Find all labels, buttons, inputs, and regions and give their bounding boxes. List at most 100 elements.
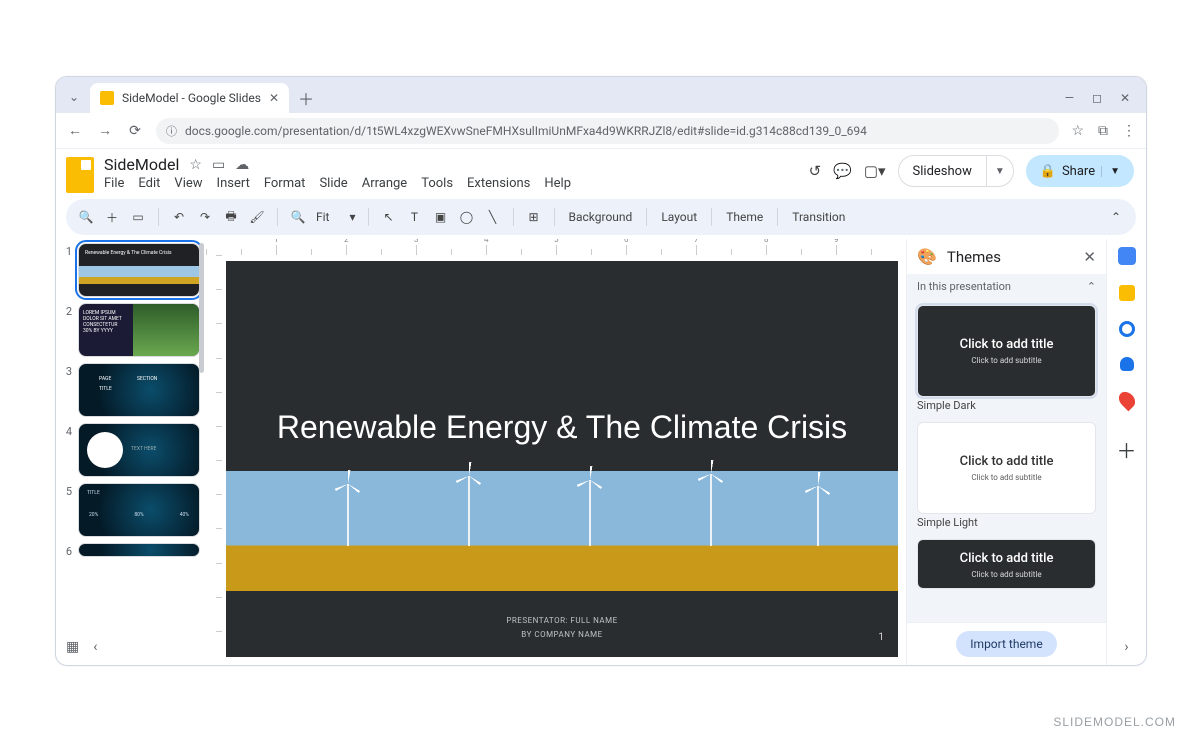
theme-card-simple-dark[interactable]: Click to add title Click to add subtitle bbox=[917, 305, 1096, 397]
ruler-vertical bbox=[206, 255, 222, 665]
filmstrip-prev-icon[interactable]: ‹ bbox=[93, 639, 97, 655]
transition-button[interactable]: Transition bbox=[790, 210, 847, 224]
slide-image-band bbox=[226, 471, 898, 591]
thumb-stat: 40% bbox=[180, 512, 189, 518]
slides-logo-icon[interactable] bbox=[66, 157, 94, 193]
slideshow-button[interactable]: Slideshow ▼ bbox=[898, 155, 1014, 187]
window-close-icon[interactable]: ✕ bbox=[1120, 91, 1130, 105]
textbox-tool-icon[interactable]: T bbox=[407, 210, 423, 224]
browser-tabstrip: ⌄ SideModel - Google Slides ✕ ＋ — ◻ ✕ bbox=[56, 77, 1146, 113]
maps-icon[interactable] bbox=[1115, 389, 1138, 412]
nav-back-icon[interactable]: ← bbox=[66, 122, 84, 139]
themes-title: Themes bbox=[947, 248, 1001, 266]
contacts-icon[interactable] bbox=[1120, 357, 1134, 371]
turbine-icon bbox=[468, 476, 470, 546]
thumb-number: 6 bbox=[62, 543, 72, 558]
menu-format[interactable]: Format bbox=[264, 176, 306, 191]
menu-extensions[interactable]: Extensions bbox=[467, 176, 530, 191]
filmstrip-scrollbar[interactable] bbox=[199, 243, 204, 625]
menu-view[interactable]: View bbox=[174, 176, 202, 191]
tabs-dropdown[interactable]: ⌄ bbox=[62, 85, 86, 109]
redo-icon[interactable]: ↷ bbox=[197, 210, 213, 224]
menu-help[interactable]: Help bbox=[544, 176, 571, 191]
site-info-icon[interactable]: ⓘ bbox=[166, 123, 177, 139]
browser-window: ⌄ SideModel - Google Slides ✕ ＋ — ◻ ✕ ← … bbox=[55, 76, 1147, 666]
slide-thumb-4[interactable]: TEXT HERE bbox=[78, 423, 200, 477]
menu-arrange[interactable]: Arrange bbox=[362, 176, 407, 191]
theme-name: Simple Dark bbox=[917, 399, 1096, 412]
keep-icon[interactable] bbox=[1119, 285, 1135, 301]
browser-tab[interactable]: SideModel - Google Slides ✕ bbox=[90, 83, 289, 113]
thumb-text: PAGE bbox=[99, 376, 111, 382]
slide-thumb-2[interactable]: LOREM IPSUM DOLOR SIT AMET CONSECTETUR 3… bbox=[78, 303, 200, 357]
tasks-icon[interactable] bbox=[1119, 321, 1135, 337]
slide-thumb-6[interactable] bbox=[78, 543, 200, 557]
themes-close-icon[interactable]: ✕ bbox=[1083, 248, 1096, 266]
window-maximize-icon[interactable]: ◻ bbox=[1092, 91, 1102, 105]
slide-thumb-1[interactable]: Renewable Energy & The Climate Crisis bbox=[78, 243, 200, 297]
star-icon[interactable]: ☆ bbox=[189, 157, 202, 173]
slide-thumb-5[interactable]: TITLE 20% 80% 40% bbox=[78, 483, 200, 537]
menu-file[interactable]: File bbox=[104, 176, 124, 191]
address-bar[interactable]: ⓘ docs.google.com/presentation/d/1t5WL4x… bbox=[156, 118, 1059, 144]
theme-card-simple-light[interactable]: Click to add title Click to add subtitle bbox=[917, 422, 1096, 514]
new-slide-icon[interactable]: ＋ bbox=[104, 209, 120, 226]
presenter-text[interactable]: PRESENTATOR: FULL NAME bbox=[226, 616, 898, 625]
browser-menu-icon[interactable]: ⋮ bbox=[1122, 123, 1136, 139]
thumb-title: Renewable Energy & The Climate Crisis bbox=[85, 250, 193, 256]
slide-canvas[interactable]: Renewable Energy & The Climate Crisis PR… bbox=[226, 261, 898, 657]
menu-edit[interactable]: Edit bbox=[138, 176, 160, 191]
shape-tool-icon[interactable]: ◯ bbox=[459, 210, 475, 224]
grid-view-icon[interactable]: ▦ bbox=[66, 639, 79, 655]
slideshow-label: Slideshow bbox=[899, 156, 986, 186]
document-title[interactable]: SideModel bbox=[104, 155, 179, 174]
comments-icon[interactable]: 💬 bbox=[833, 162, 852, 180]
undo-icon[interactable]: ↶ bbox=[171, 210, 187, 224]
slide-title-text[interactable]: Renewable Energy & The Climate Crisis bbox=[226, 409, 898, 446]
share-button[interactable]: 🔒 Share ▼ bbox=[1026, 155, 1134, 187]
theme-card-extra[interactable]: Click to add title Click to add subtitle bbox=[917, 539, 1096, 589]
zoom-tool-icon[interactable]: 🔍 bbox=[290, 210, 306, 224]
layout-button[interactable]: Layout bbox=[659, 210, 699, 224]
nav-forward-icon[interactable]: → bbox=[96, 122, 114, 139]
zoom-select[interactable]: Fit ▾ bbox=[316, 210, 356, 224]
nav-reload-icon[interactable]: ⟳ bbox=[126, 123, 144, 139]
company-text[interactable]: BY COMPANY NAME bbox=[226, 630, 898, 639]
extensions-icon[interactable]: ⧉ bbox=[1098, 123, 1108, 139]
layout-picker-icon[interactable]: ▭ bbox=[130, 210, 146, 224]
tab-close-icon[interactable]: ✕ bbox=[269, 91, 279, 105]
slideshow-dropdown[interactable]: ▼ bbox=[986, 156, 1013, 186]
workspace: 1 Renewable Energy & The Climate Crisis … bbox=[56, 239, 1146, 665]
paint-format-icon[interactable]: 🖌 bbox=[249, 210, 265, 224]
calendar-icon[interactable] bbox=[1118, 247, 1136, 265]
import-theme-button[interactable]: Import theme bbox=[956, 631, 1056, 657]
cloud-saved-icon[interactable]: ☁ bbox=[235, 157, 249, 173]
select-tool-icon[interactable]: ↖ bbox=[381, 210, 397, 224]
thumb-text: TEXT HERE bbox=[131, 446, 156, 452]
collapse-toolbar-icon[interactable]: ⌃ bbox=[1108, 210, 1124, 224]
ruler-horizontal: 123456789 bbox=[206, 239, 906, 255]
image-tool-icon[interactable]: ▣ bbox=[433, 210, 449, 224]
filmstrip: 1 Renewable Energy & The Climate Crisis … bbox=[56, 239, 206, 665]
meet-icon[interactable]: ▢▾ bbox=[864, 162, 886, 180]
bookmark-icon[interactable]: ☆ bbox=[1071, 123, 1084, 139]
menu-slide[interactable]: Slide bbox=[319, 176, 347, 191]
background-button[interactable]: Background bbox=[567, 210, 635, 224]
theme-preview-title: Click to add title bbox=[960, 337, 1054, 352]
theme-button[interactable]: Theme bbox=[724, 210, 765, 224]
themes-section-header[interactable]: In this presentation ⌃ bbox=[907, 274, 1106, 299]
new-tab-button[interactable]: ＋ bbox=[293, 85, 319, 111]
move-icon[interactable]: ▭ bbox=[212, 157, 225, 173]
share-dropdown[interactable]: ▼ bbox=[1101, 166, 1128, 177]
search-menus-icon[interactable]: 🔍 bbox=[78, 210, 94, 224]
window-minimize-icon[interactable]: — bbox=[1065, 91, 1074, 105]
hide-side-panel-icon[interactable]: › bbox=[1124, 639, 1128, 655]
menu-insert[interactable]: Insert bbox=[217, 176, 250, 191]
comment-tool-icon[interactable]: ⊞ bbox=[526, 210, 542, 224]
line-tool-icon[interactable]: ╲ bbox=[485, 210, 501, 224]
history-icon[interactable]: ↺ bbox=[809, 162, 822, 180]
menu-tools[interactable]: Tools bbox=[421, 176, 453, 191]
print-icon[interactable]: 🖶 bbox=[223, 207, 239, 228]
addons-plus-icon[interactable]: ＋ bbox=[1117, 435, 1137, 464]
slide-thumb-3[interactable]: PAGE TITLE SECTION bbox=[78, 363, 200, 417]
